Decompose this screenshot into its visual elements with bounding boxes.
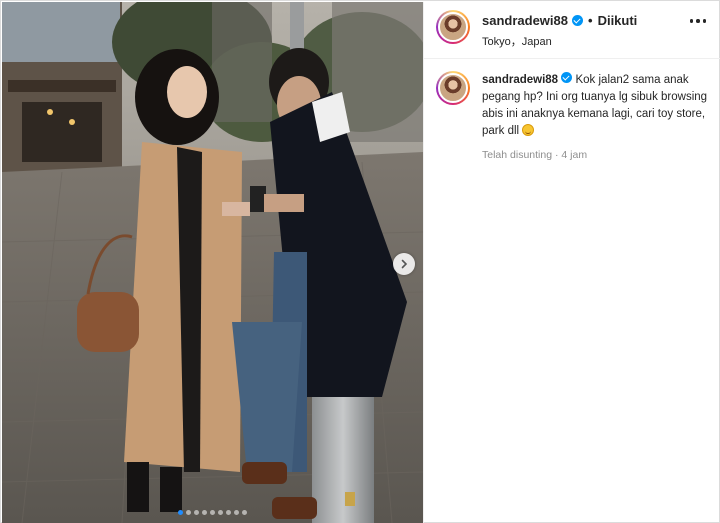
carousel-dot (194, 510, 199, 515)
photo-illustration (2, 2, 423, 523)
carousel-dot (202, 510, 207, 515)
follow-status-button[interactable]: Diikuti (598, 13, 638, 28)
caption-meta: Telah disunting · 4 jam (482, 147, 708, 164)
author-line: sandradewi88 • Diikuti (482, 13, 637, 28)
caption-body: sandradewi88 Kok jalan2 sama anak pegang… (482, 72, 708, 164)
meta-separator: · (554, 149, 559, 161)
caption-block: sandradewi88 Kok jalan2 sama anak pegang… (424, 59, 720, 164)
next-slide-button[interactable] (393, 253, 415, 275)
carousel-dot (218, 510, 223, 515)
caption-username[interactable]: sandradewi88 (482, 74, 558, 86)
edited-label: Telah disunting (482, 149, 553, 161)
carousel-dot (226, 510, 231, 515)
verified-badge-icon (572, 15, 583, 26)
carousel-dot (210, 510, 215, 515)
chevron-right-icon (401, 259, 408, 269)
more-options-button[interactable] (689, 19, 706, 23)
carousel-dot (178, 510, 183, 515)
author-username[interactable]: sandradewi88 (482, 13, 568, 28)
carousel-dot (186, 510, 191, 515)
rolling-on-floor-laughing-emoji-icon (522, 124, 535, 136)
post-header: sandradewi88 • Diikuti Tokyo，Japan (424, 2, 720, 59)
carousel-indicator (2, 510, 423, 515)
post-location[interactable]: Tokyo，Japan (482, 33, 552, 49)
caption-avatar[interactable] (436, 71, 470, 105)
author-avatar[interactable] (436, 10, 470, 44)
separator-dot: • (588, 13, 593, 28)
post-side-panel: sandradewi88 • Diikuti Tokyo，Japan sandr… (423, 2, 720, 523)
post-dialog: sandradewi88 • Diikuti Tokyo，Japan sandr… (0, 0, 720, 523)
carousel-dot (242, 510, 247, 515)
carousel-dot (234, 510, 239, 515)
more-dots-icon (689, 19, 693, 23)
post-photo[interactable] (2, 2, 423, 523)
caption-verified-badge-icon (561, 72, 573, 83)
post-time[interactable]: 4 jam (561, 149, 587, 161)
